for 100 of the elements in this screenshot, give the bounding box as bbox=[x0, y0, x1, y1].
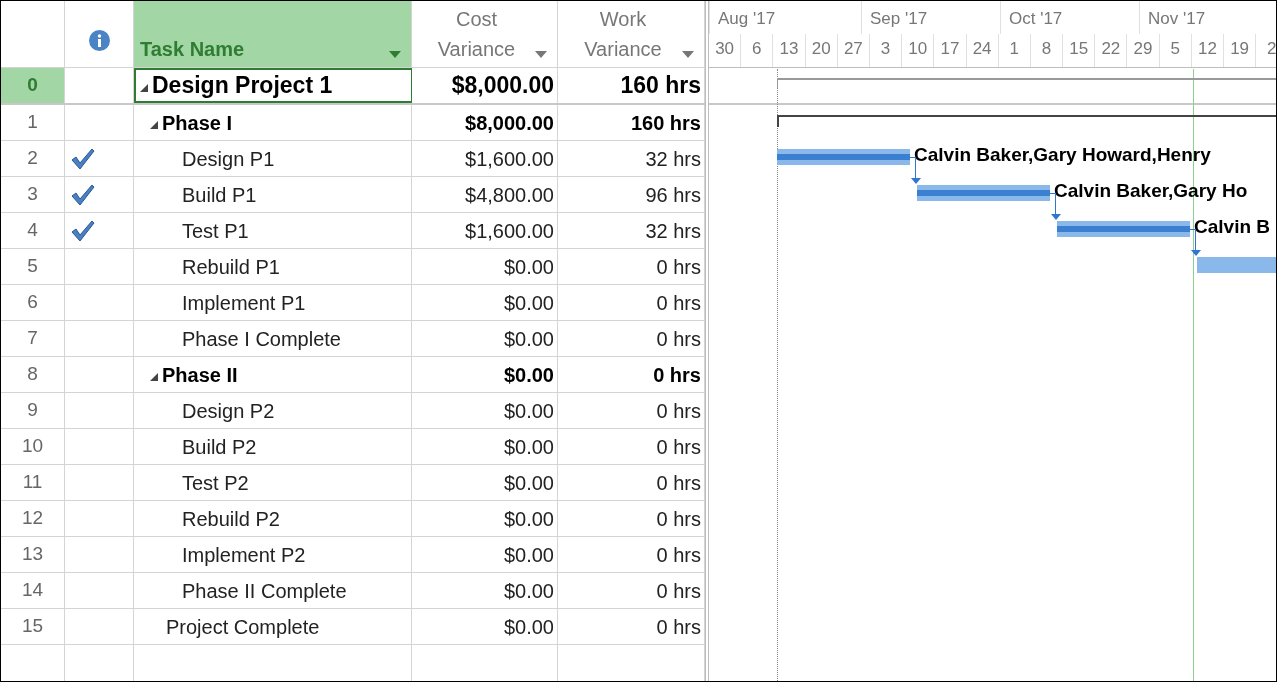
week-label: 12 bbox=[1191, 34, 1224, 67]
work-variance-cell-text: 0 hrs bbox=[656, 434, 701, 460]
column-header[interactable]: Work Variance bbox=[558, 1, 705, 67]
week-label: 13 bbox=[773, 34, 806, 67]
work-variance-cell-text: 32 hrs bbox=[645, 146, 701, 172]
task-name[interactable]: Phase I bbox=[162, 107, 233, 138]
cost-variance-cell-text: $0.00 bbox=[503, 326, 554, 352]
week-label: 15 bbox=[1063, 34, 1096, 67]
week-label: 10 bbox=[902, 34, 935, 67]
task-name[interactable]: Implement P2 bbox=[182, 539, 306, 570]
task-name[interactable]: Rebuild P1 bbox=[182, 251, 280, 282]
dropdown-arrow-icon[interactable] bbox=[682, 51, 694, 58]
work-variance-cell-text: 0 hrs bbox=[656, 506, 701, 532]
resource-names: Calvin Baker,Gary Ho bbox=[1054, 179, 1248, 203]
task-name[interactable]: Test P2 bbox=[182, 467, 249, 498]
expand-triangle-icon[interactable] bbox=[150, 372, 158, 381]
week-label: 6 bbox=[741, 34, 774, 67]
row-number[interactable]: 7 bbox=[1, 321, 65, 356]
week-label: 29 bbox=[1127, 34, 1160, 67]
row-number[interactable]: 12 bbox=[1, 501, 65, 536]
task-name[interactable]: Project Complete bbox=[166, 611, 320, 642]
resource-names: Calvin B bbox=[1194, 215, 1271, 239]
cost-variance-cell-text: $0.00 bbox=[503, 506, 554, 532]
month-label: Sep '17 bbox=[861, 1, 1000, 34]
task-name[interactable]: Design P2 bbox=[182, 395, 275, 426]
row-number[interactable]: 10 bbox=[1, 429, 65, 464]
resource-names: Calvin Baker,Gary Howard,Henry bbox=[914, 143, 1211, 167]
task-name[interactable]: Rebuild P2 bbox=[182, 503, 280, 534]
checkmark-icon bbox=[71, 219, 95, 242]
work-variance-cell-text: 160 hrs bbox=[620, 71, 701, 101]
week-label: 2 bbox=[1256, 34, 1276, 67]
cost-variance-cell-text: $0.00 bbox=[503, 578, 554, 604]
work-variance-cell-text: 0 hrs bbox=[656, 470, 701, 496]
row-number[interactable]: 6 bbox=[1, 285, 65, 320]
work-variance-cell-text: 0 hrs bbox=[653, 362, 701, 388]
cost-variance-cell-text: $1,600.00 bbox=[465, 146, 554, 172]
row-number[interactable]: 15 bbox=[1, 609, 65, 644]
week-label: 27 bbox=[837, 34, 870, 67]
task-name[interactable]: Implement P1 bbox=[182, 287, 306, 318]
info-icon bbox=[88, 29, 110, 51]
cost-variance-cell-text: $0.00 bbox=[503, 362, 554, 388]
column-header[interactable]: Task Name bbox=[134, 1, 412, 67]
work-variance-cell-text: 0 hrs bbox=[656, 326, 701, 352]
task-name[interactable]: Phase II bbox=[162, 359, 238, 390]
row-number[interactable]: 2 bbox=[1, 141, 65, 176]
work-variance-cell-text: 0 hrs bbox=[656, 542, 701, 568]
cost-variance-cell-text: $0.00 bbox=[503, 614, 554, 640]
expand-triangle-icon[interactable] bbox=[140, 83, 148, 92]
cost-variance-cell-text: $0.00 bbox=[503, 290, 554, 316]
row-number[interactable]: 4 bbox=[1, 213, 65, 248]
task-name[interactable]: Phase II Complete bbox=[182, 575, 347, 606]
week-label: 1 bbox=[998, 34, 1031, 67]
cost-variance-cell-text: $0.00 bbox=[503, 470, 554, 496]
task-name[interactable]: Design P1 bbox=[182, 143, 275, 174]
week-label: 5 bbox=[1159, 34, 1192, 67]
work-variance-cell-text: 0 hrs bbox=[656, 290, 701, 316]
week-label: 22 bbox=[1095, 34, 1128, 67]
cost-variance-cell-text: $0.00 bbox=[503, 398, 554, 424]
row-number[interactable]: 1 bbox=[1, 105, 65, 140]
month-label: Oct '17 bbox=[1000, 1, 1139, 34]
work-variance-cell-text: 160 hrs bbox=[630, 110, 701, 136]
week-label: 3 bbox=[869, 34, 903, 67]
cost-variance-cell-text: $0.00 bbox=[503, 434, 554, 460]
task-name[interactable]: Build P2 bbox=[182, 431, 257, 462]
week-label: 8 bbox=[1030, 34, 1064, 67]
work-variance-cell-text: 0 hrs bbox=[656, 614, 701, 640]
work-variance-cell-text: 32 hrs bbox=[645, 218, 701, 244]
dropdown-arrow-icon[interactable] bbox=[389, 51, 401, 58]
month-label: Nov '17 bbox=[1139, 1, 1276, 34]
work-variance-cell-text: 96 hrs bbox=[645, 182, 701, 208]
week-label: 24 bbox=[966, 34, 999, 67]
cost-variance-cell-text: $0.00 bbox=[503, 542, 554, 568]
checkmark-icon bbox=[71, 147, 95, 170]
row-number[interactable]: 13 bbox=[1, 537, 65, 572]
work-variance-cell-text: 0 hrs bbox=[656, 578, 701, 604]
week-label: 20 bbox=[805, 34, 838, 67]
month-label: Aug '17 bbox=[709, 1, 861, 34]
work-variance-cell-text: 0 hrs bbox=[656, 398, 701, 424]
dropdown-arrow-icon[interactable] bbox=[535, 51, 547, 58]
expand-triangle-icon[interactable] bbox=[150, 120, 158, 129]
row-number[interactable]: 11 bbox=[1, 465, 65, 500]
task-name[interactable]: Test P1 bbox=[182, 215, 249, 246]
week-label: 17 bbox=[934, 34, 967, 67]
week-label: 19 bbox=[1224, 34, 1257, 67]
row-number[interactable]: 3 bbox=[1, 177, 65, 212]
row-number[interactable]: 5 bbox=[1, 249, 65, 284]
row-number[interactable]: 8 bbox=[1, 357, 65, 392]
row-number[interactable]: 14 bbox=[1, 573, 65, 608]
cost-variance-cell-text: $8,000.00 bbox=[451, 71, 554, 101]
column-header[interactable]: Cost Variance bbox=[412, 1, 558, 67]
checkmark-icon bbox=[71, 183, 95, 206]
week-label: 30 bbox=[709, 34, 742, 67]
cost-variance-cell-text: $8,000.00 bbox=[465, 110, 554, 136]
task-name[interactable]: Build P1 bbox=[182, 179, 257, 210]
row-number[interactable]: 0 bbox=[1, 68, 65, 103]
cost-variance-cell-text: $0.00 bbox=[503, 254, 554, 280]
cost-variance-cell-text: $1,600.00 bbox=[465, 218, 554, 244]
row-number[interactable]: 9 bbox=[1, 393, 65, 428]
work-variance-cell-text: 0 hrs bbox=[656, 254, 701, 280]
task-name[interactable]: Phase I Complete bbox=[182, 323, 341, 354]
